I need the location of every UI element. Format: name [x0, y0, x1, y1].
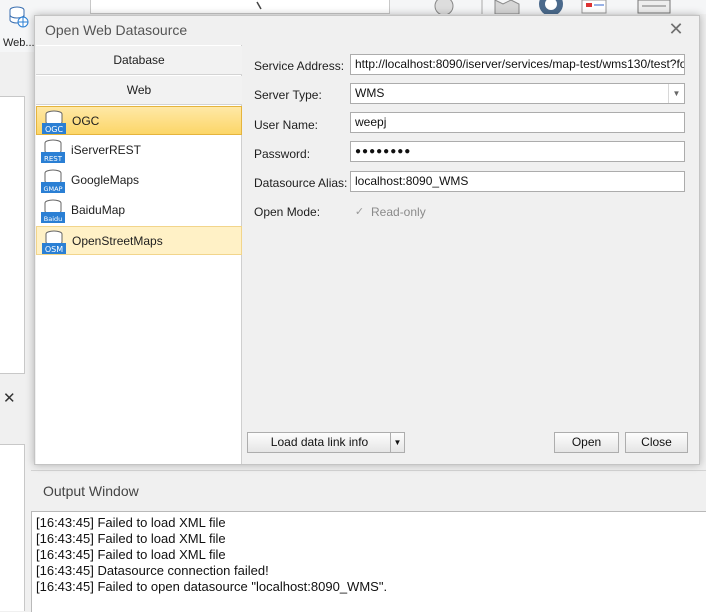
workspace-panel: [0, 96, 25, 374]
close-button[interactable]: Close: [625, 432, 688, 453]
server-type-value: WMS: [355, 86, 385, 100]
datasource-item-label: GoogleMaps: [71, 173, 140, 187]
datasource-item-label: OGC: [72, 114, 100, 128]
open-button[interactable]: Open: [554, 432, 619, 453]
log-line: [16:43:45] Datasource connection failed!: [36, 563, 269, 578]
database-icon: Baidu: [40, 198, 66, 224]
ribbon-separator: [478, 0, 486, 14]
user-name-label: User Name:: [254, 118, 319, 132]
readonly-checkbox[interactable]: ✓: [353, 206, 366, 219]
ribbon-field[interactable]: [90, 0, 390, 14]
log-line: [16:43:45] Failed to load XML file: [36, 547, 226, 562]
server-type-label: Server Type:: [254, 88, 322, 102]
database-icon: OGC: [41, 109, 67, 135]
category-web[interactable]: Web: [36, 76, 242, 105]
log-line: [16:43:45] Failed to open datasource "lo…: [36, 579, 388, 594]
globe-icon[interactable]: [536, 0, 566, 16]
password-input[interactable]: ●●●●●●●●: [350, 141, 685, 162]
datasource-alias-input[interactable]: localhost:8090_WMS: [350, 171, 685, 192]
log-line: [16:43:45] Failed to load XML file: [36, 515, 226, 530]
server-type-select[interactable]: WMS ▼: [350, 83, 685, 104]
icon-badge: Baidu: [44, 215, 63, 223]
app-ribbon: [0, 0, 706, 16]
password-label: Password:: [254, 147, 311, 161]
database-icon: REST: [40, 138, 66, 164]
icon-badge: OSM: [45, 245, 63, 254]
datasource-item-baidumap[interactable]: Baidu BaiduMap: [36, 196, 242, 225]
report-icon[interactable]: [578, 0, 610, 14]
service-address-label: Service Address:: [254, 59, 345, 73]
datasource-item-iserverrest[interactable]: REST iServerREST: [36, 136, 242, 165]
database-icon: GMAP: [40, 168, 66, 194]
record-icon[interactable]: [430, 0, 458, 16]
window-icon[interactable]: [636, 0, 672, 14]
checkbox-icon[interactable]: [255, 0, 267, 14]
chevron-down-icon[interactable]: ▼: [668, 84, 684, 103]
database-icon: OSM: [41, 229, 67, 255]
datasource-item-label: BaiduMap: [71, 203, 126, 217]
datasource-item-ogc[interactable]: OGC OGC: [36, 106, 242, 135]
output-window: Output Window [16:43:45] Failed to load …: [31, 470, 706, 612]
map-icon[interactable]: [493, 0, 521, 15]
datasource-item-openstreetmaps[interactable]: OSM OpenStreetMaps: [36, 226, 242, 255]
open-mode-label: Open Mode:: [254, 205, 321, 219]
open-web-datasource-dialog: Open Web Datasource ✕ Database Web OGC O…: [34, 15, 700, 465]
datasource-item-label: OpenStreetMaps: [72, 234, 163, 248]
category-database[interactable]: Database: [36, 46, 242, 75]
output-log[interactable]: [16:43:45] Failed to load XML file [16:4…: [31, 511, 706, 612]
log-line: [16:43:45] Failed to load XML file: [36, 531, 226, 546]
close-icon[interactable]: ✕: [665, 18, 687, 40]
icon-badge: OGC: [45, 125, 63, 134]
layers-panel: [0, 444, 25, 611]
datasource-category-panel: Database Web OGC OGC REST iServerREST GM…: [36, 45, 242, 464]
output-window-title: Output Window: [43, 483, 139, 499]
icon-badge: REST: [44, 155, 63, 163]
readonly-label: Read-only: [371, 205, 426, 219]
service-address-input[interactable]: http://localhost:8090/iserver/services/m…: [350, 54, 685, 75]
datasource-item-label: iServerREST: [71, 143, 142, 157]
chevron-down-icon[interactable]: ▼: [390, 433, 404, 452]
load-data-link-button[interactable]: Load data link info ▼: [247, 432, 405, 453]
load-data-link-label: Load data link info: [270, 435, 369, 449]
web-button-label: Web...: [3, 37, 35, 49]
close-icon[interactable]: ✕: [3, 389, 16, 407]
datasource-item-googlemaps[interactable]: GMAP GoogleMaps: [36, 166, 242, 195]
dialog-title: Open Web Datasource: [45, 22, 188, 38]
datasource-alias-label: Datasource Alias:: [254, 176, 348, 190]
icon-badge: GMAP: [43, 185, 62, 193]
user-name-input[interactable]: weepj: [350, 112, 685, 133]
database-web-icon: [9, 6, 29, 28]
